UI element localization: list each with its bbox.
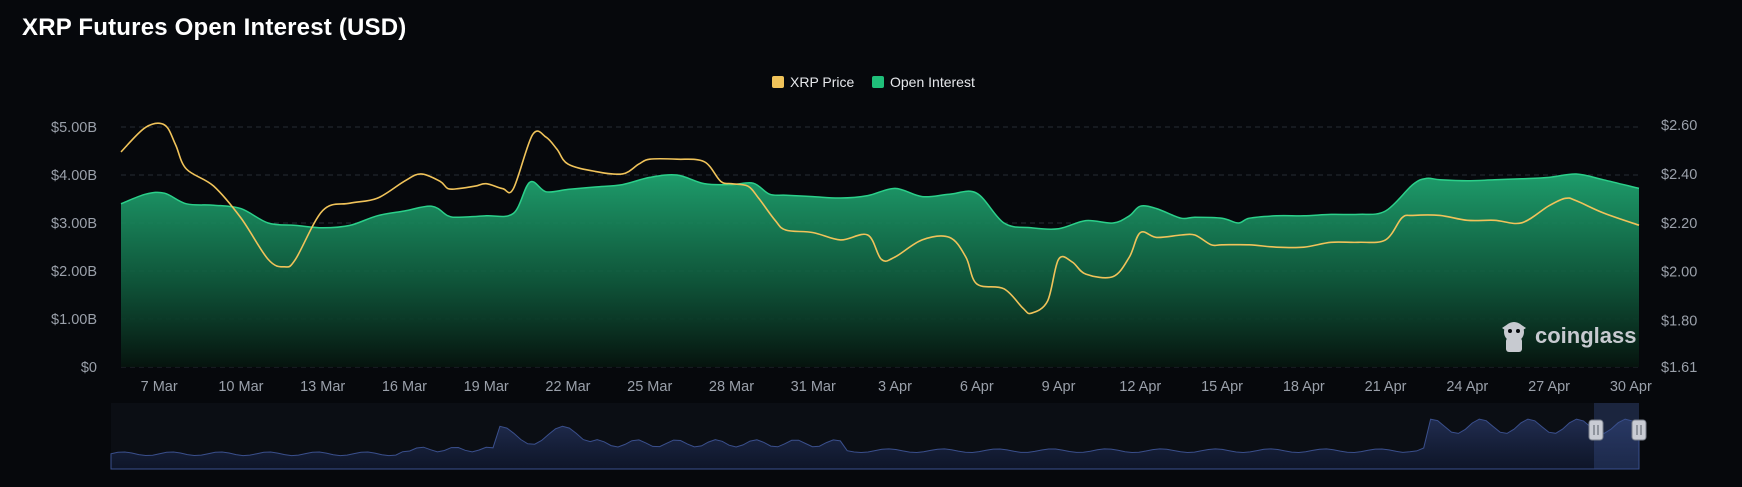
x-tick-label: 19 Mar — [464, 379, 509, 395]
legend-item-open-interest[interactable]: Open Interest — [872, 74, 975, 90]
x-tick-label: 25 Mar — [627, 379, 672, 395]
legend-swatch-open-interest — [872, 76, 884, 88]
x-tick-label: 30 Apr — [1610, 379, 1652, 395]
legend: XRP Price Open Interest — [772, 74, 975, 90]
chart[interactable]: XRP Price Open Interest $0 $1.00B $2.00B $3… — [0, 0, 1742, 487]
y-left-tick-label: $2.00B — [51, 264, 97, 280]
left-axis: $0 $1.00B $2.00B $3.00B $4.00B $5.00B — [51, 120, 97, 376]
y-right-tick-label: $1.61 — [1661, 360, 1697, 376]
x-tick-label: 15 Apr — [1201, 379, 1243, 395]
x-tick-label: 10 Mar — [218, 379, 263, 395]
y-right-tick-label: $2.60 — [1661, 118, 1697, 134]
x-tick-label: 13 Mar — [300, 379, 345, 395]
range-navigator[interactable] — [110, 403, 1647, 470]
x-tick-label: 7 Mar — [141, 379, 178, 395]
watermark-text: coinglass — [1535, 323, 1636, 348]
legend-label-xrp-price: XRP Price — [790, 74, 855, 90]
x-tick-label: 3 Apr — [878, 379, 912, 395]
legend-label-open-interest: Open Interest — [890, 74, 975, 90]
x-tick-label: 24 Apr — [1446, 379, 1488, 395]
legend-item-xrp-price[interactable]: XRP Price — [772, 74, 855, 90]
y-left-tick-label: $4.00B — [51, 168, 97, 184]
y-left-tick-label: $5.00B — [51, 120, 97, 136]
y-right-tick-label: $1.80 — [1661, 314, 1697, 330]
x-axis: 7 Mar 10 Mar 13 Mar 16 Mar 19 Mar 22 Mar 25 Ma… — [141, 379, 1652, 395]
y-right-tick-label: $2.00 — [1661, 265, 1697, 281]
x-tick-label: 12 Apr — [1119, 379, 1161, 395]
y-left-tick-label: $1.00B — [51, 312, 97, 328]
navigator-left-handle[interactable] — [1588, 419, 1604, 441]
right-axis: $1.61 $1.80 $2.00 $2.20 $2.40 $2.60 — [1661, 118, 1697, 376]
y-right-tick-label: $2.40 — [1661, 167, 1697, 183]
x-tick-label: 16 Mar — [382, 379, 427, 395]
x-tick-label: 27 Apr — [1528, 379, 1570, 395]
x-tick-label: 9 Apr — [1042, 379, 1076, 395]
y-right-tick-label: $2.20 — [1661, 216, 1697, 232]
x-tick-label: 18 Apr — [1283, 379, 1325, 395]
y-left-tick-label: $0 — [81, 360, 97, 376]
legend-swatch-xrp-price — [772, 76, 784, 88]
x-tick-label: 28 Mar — [709, 379, 754, 395]
navigator-right-handle[interactable] — [1631, 419, 1647, 441]
x-tick-label: 21 Apr — [1365, 379, 1407, 395]
y-left-tick-label: $3.00B — [51, 216, 97, 232]
x-tick-label: 6 Apr — [960, 379, 994, 395]
x-tick-label: 31 Mar — [791, 379, 836, 395]
x-tick-label: 22 Mar — [545, 379, 590, 395]
